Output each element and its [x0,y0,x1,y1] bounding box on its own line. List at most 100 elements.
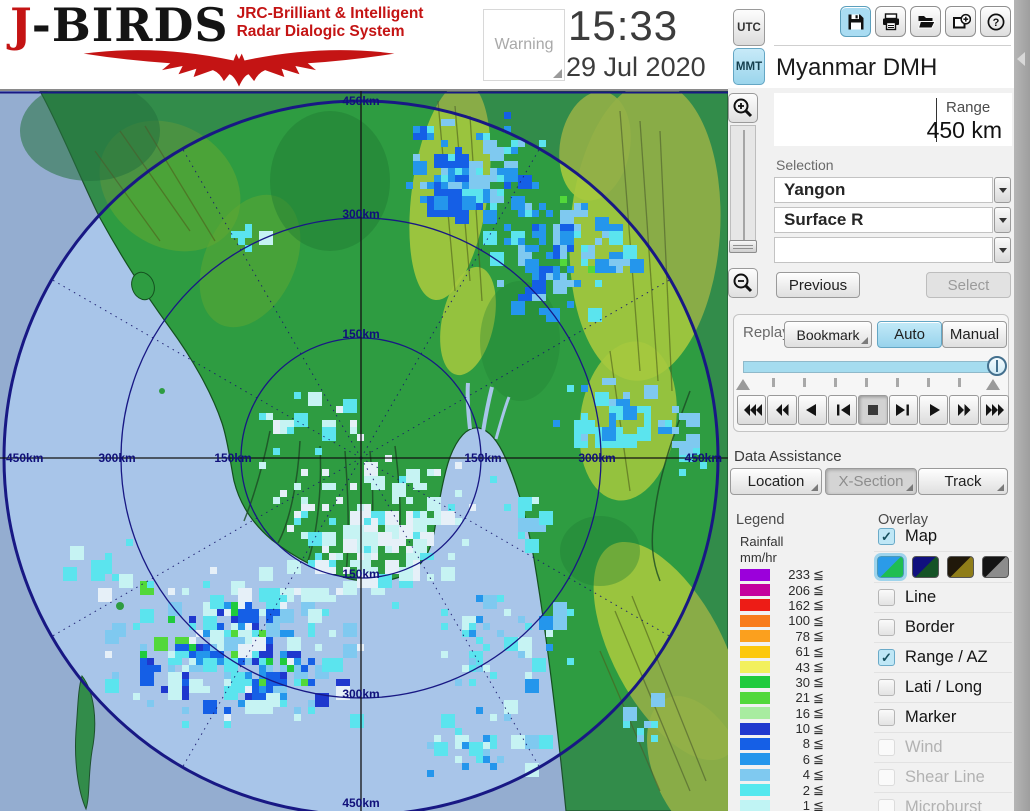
overlay-item-label: Border [905,618,955,636]
replay-slider-track[interactable] [743,361,999,373]
play-reverse-button[interactable] [797,395,827,425]
station-title: Myanmar DMH [776,54,938,81]
utc-button[interactable]: UTC [733,9,765,46]
legend-title: Legend [736,512,785,528]
replay-player-controls [737,395,1009,425]
location-button[interactable]: Location [730,468,822,495]
overlay-item-label: Lati / Long [905,678,983,696]
map-zoom-slider-track[interactable] [730,125,756,248]
logo-j: J [10,0,32,52]
rainfall-unit-label: mm/hr [740,550,777,565]
legend-sign: ≦ [813,612,824,628]
select-button[interactable]: Select [926,272,1011,298]
overlay-row-border: Border [874,613,1012,643]
rewind-button[interactable] [767,395,797,425]
panel-collapse-strip[interactable] [1014,0,1030,811]
legend-value: 6 [802,751,810,767]
replay-slider-handle[interactable] [987,356,1007,376]
product-select-dropdown-button[interactable] [994,207,1011,233]
overlay-row-marker: Marker [874,703,1012,733]
bookmark-button[interactable]: Bookmark [784,321,872,348]
x-section-button[interactable]: X-Section [825,468,917,495]
open-file-icon [917,15,936,28]
step-back-button[interactable] [827,395,858,425]
legend-color-swatch [740,691,770,704]
replay-ticks [734,377,1010,391]
station-select-value[interactable]: Yangon [774,177,993,203]
forward-fast-icon [986,404,1005,416]
manual-button[interactable]: Manual [942,321,1007,348]
slider-tick [927,378,930,387]
legend-sign: ≦ [813,782,824,798]
checkbox[interactable] [878,709,895,726]
legend-row: 8 ≦ [740,736,850,751]
map-style-swatch[interactable] [982,556,1009,578]
rewind-fast-button[interactable] [737,395,767,425]
legend-color-swatch [740,584,770,597]
map-zoom-in-button[interactable] [728,93,758,123]
legend-value: 21 [795,690,810,706]
option-select-dropdown-button[interactable] [994,237,1011,263]
checkbox [878,769,895,786]
collapse-arrow-icon [1017,52,1025,66]
legend-color-swatch [740,799,770,811]
checkbox[interactable]: ✓ [878,528,895,545]
overlay-row-range-az: ✓ Range / AZ [874,643,1012,673]
legend-row: 61 ≦ [740,644,850,659]
play-button[interactable] [918,395,949,425]
header: J -BIRDS JRC-Brilliant & Intelligent Rad… [0,0,1030,91]
checkbox[interactable] [878,619,895,636]
checkbox[interactable]: ✓ [878,649,895,666]
mmt-button[interactable]: MMT [733,48,765,85]
warning-button[interactable]: Warning [483,9,565,81]
play-reverse-icon [806,404,817,416]
chevron-down-icon [998,247,1007,253]
zoom-in-icon [733,98,753,118]
step-forward-button[interactable] [888,395,918,425]
open-file-button[interactable] [910,6,941,37]
legend-value: 10 [795,721,810,737]
slider-start-marker-icon[interactable] [736,379,750,390]
map-style-swatch[interactable] [947,556,974,578]
checkbox[interactable] [878,679,895,696]
overlay-item-label: Wind [905,738,943,756]
product-select: Surface R [774,207,1011,233]
auto-button[interactable]: Auto [877,321,942,348]
option-select [774,237,1011,263]
legend-value: 8 [802,736,810,752]
overlay-item-label: Marker [905,708,957,726]
legend-value: 43 [795,659,810,675]
legend-row: 233 ≦ [740,567,850,582]
legend-row: 30 ≦ [740,674,850,690]
radar-map-canvas[interactable]: 450km 300km 150km 150km 300km 450km 450km 300km… [0,91,728,811]
station-select-dropdown-button[interactable] [994,177,1011,203]
map-style-swatch[interactable] [874,553,907,581]
checkbox[interactable] [878,589,895,606]
eagle-logo-icon [83,50,395,87]
slider-end-marker-icon[interactable] [986,379,1000,390]
product-select-value[interactable]: Surface R [774,207,993,233]
map-zoom-slider-handle[interactable] [729,240,757,253]
legend-sign: ≦ [813,628,824,644]
track-button[interactable]: Track [918,468,1008,495]
option-select-value[interactable] [774,237,993,263]
map-zoom-out-button[interactable] [728,268,758,298]
forward-fast-button[interactable] [979,395,1009,425]
legend-row: 78 ≦ [740,628,850,644]
range-ring-label: 300km [342,687,379,701]
legend-row: 1 ≦ [740,798,850,811]
print-button[interactable] [875,6,906,37]
save-icon [848,14,863,29]
forward-button[interactable] [949,395,979,425]
add-image-button[interactable] [945,6,976,37]
map-style-swatch[interactable] [912,556,939,578]
logo-birds: -BIRDS [31,0,229,52]
help-button[interactable]: ? [980,6,1011,37]
replay-group: Replay Bookmark Auto Manual [733,314,1009,432]
overlay-row-wind: Wind [874,733,1012,763]
save-button[interactable] [840,6,871,37]
rewind-icon [775,404,789,416]
stop-button[interactable] [858,395,888,425]
previous-button[interactable]: Previous [776,272,860,298]
overlay-list: ✓ Map Line Border ✓ Range / AZ Lati / Long Mark… [874,522,1012,811]
